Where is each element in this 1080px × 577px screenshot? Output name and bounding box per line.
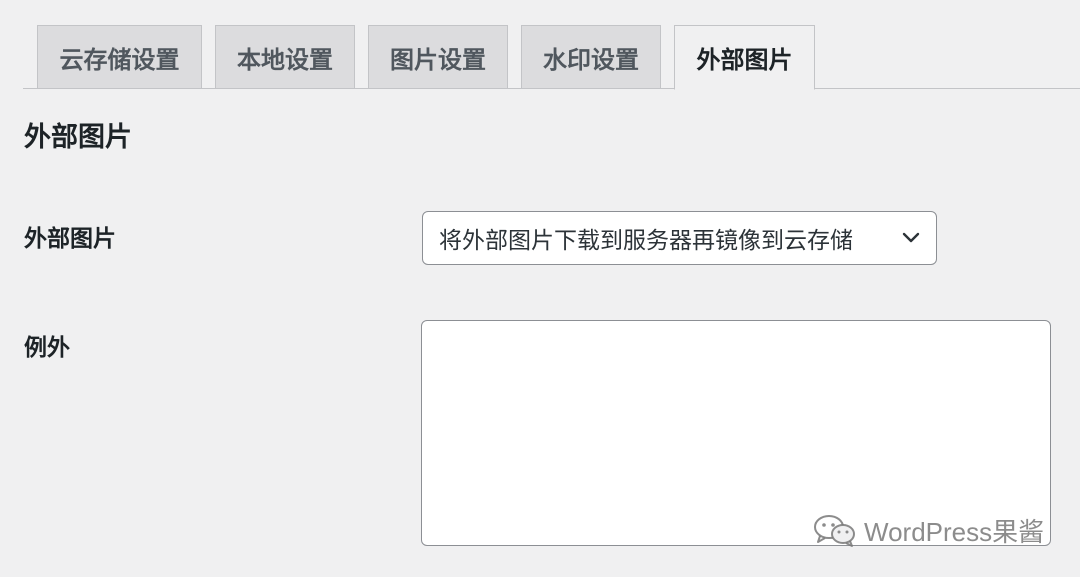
watermark-text: WordPress果酱 <box>864 516 1045 547</box>
chevron-down-icon <box>900 227 922 249</box>
settings-tabs: 云存储设置 本地设置 图片设置 水印设置 外部图片 <box>23 25 1080 90</box>
tab-images[interactable]: 图片设置 <box>368 25 508 89</box>
external-images-select-value: 将外部图片下载到服务器再镜像到云存储 <box>439 228 853 254</box>
tab-watermark[interactable]: 水印设置 <box>521 25 661 89</box>
tab-external-images[interactable]: 外部图片 <box>674 25 815 90</box>
external-images-label: 外部图片 <box>24 226 116 252</box>
exceptions-label: 例外 <box>24 335 70 361</box>
tab-local[interactable]: 本地设置 <box>215 25 355 89</box>
tab-cloud-storage[interactable]: 云存储设置 <box>37 25 202 89</box>
watermark: WordPress果酱 <box>812 510 1044 550</box>
wechat-icon <box>812 512 858 548</box>
external-images-select[interactable]: 将外部图片下载到服务器再镜像到云存储 <box>422 211 937 265</box>
settings-page: 云存储设置 本地设置 图片设置 水印设置 外部图片 外部图片 外部图片 将外部图… <box>0 0 1080 577</box>
section-title: 外部图片 <box>24 122 132 153</box>
